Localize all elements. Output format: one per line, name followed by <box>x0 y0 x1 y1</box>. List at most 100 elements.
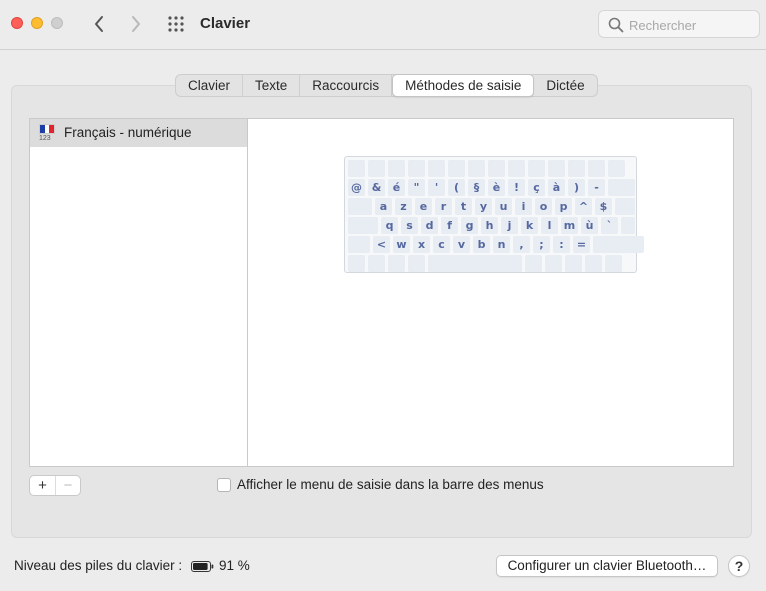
keyboard-key: e <box>415 198 432 215</box>
keyboard-key: y <box>475 198 492 215</box>
tab-texte[interactable]: Texte <box>243 75 301 96</box>
keyboard-key <box>348 217 378 234</box>
keyboard-key: , <box>513 236 530 253</box>
keyboard-key: ` <box>601 217 618 234</box>
keyboard-key <box>428 160 445 177</box>
keyboard-key <box>548 160 565 177</box>
tab-dictee[interactable]: Dictée <box>534 75 596 96</box>
keyboard-key: i <box>515 198 532 215</box>
keyboard-key: ) <box>568 179 585 196</box>
keyboard-key: q <box>381 217 398 234</box>
back-button[interactable] <box>88 12 110 36</box>
tab-methodes-de-saisie[interactable]: Méthodes de saisie <box>392 74 535 97</box>
title-bar: Clavier <box>0 0 766 50</box>
keyboard-key <box>585 255 602 272</box>
keyboard-key <box>388 255 405 272</box>
keyboard-key <box>368 160 385 177</box>
keyboard-key: v <box>453 236 470 253</box>
keyboard-row: a z e r t y u i o p ^ $ <box>348 198 635 215</box>
keyboard-key: @ <box>348 179 365 196</box>
battery-percent: 91 % <box>219 558 250 573</box>
keyboard-key: n <box>493 236 510 253</box>
keyboard-key: & <box>368 179 385 196</box>
keyboard-key <box>368 255 385 272</box>
keyboard-key: - <box>588 179 605 196</box>
keyboard-key <box>508 160 525 177</box>
keyboard-key: h <box>481 217 498 234</box>
show-input-menu-option[interactable]: Afficher le menu de saisie dans la barre… <box>217 477 544 492</box>
close-window-button[interactable] <box>11 17 23 29</box>
keyboard-key <box>428 255 522 272</box>
keyboard-key <box>408 255 425 272</box>
keyboard-key: m <box>561 217 578 234</box>
chevron-right-icon <box>132 16 140 32</box>
keyboard-key <box>605 255 622 272</box>
add-input-source-button[interactable]: + <box>30 476 55 495</box>
input-source-item[interactable]: 123 Français - numérique <box>30 119 247 147</box>
keyboard-key: ( <box>448 179 465 196</box>
tab-bar: Clavier Texte Raccourcis Méthodes de sai… <box>175 74 598 97</box>
keyboard-key: a <box>375 198 392 215</box>
keyboard-key: o <box>535 198 552 215</box>
keyboard-key: é <box>388 179 405 196</box>
keyboard-row: @ & é " '(§ è! ç à) - <box>348 179 635 196</box>
keyboard-key: w <box>393 236 410 253</box>
keyboard-key <box>348 160 365 177</box>
show-input-menu-checkbox[interactable] <box>217 477 231 492</box>
input-sources-list[interactable]: 123 Français - numérique <box>29 118 248 467</box>
keyboard-key: b <box>473 236 490 253</box>
keyboard-key: l <box>541 217 558 234</box>
keyboard-key <box>615 198 635 215</box>
keyboard-key: p <box>555 198 572 215</box>
keyboard-key: j <box>501 217 518 234</box>
battery-icon <box>191 561 214 572</box>
keyboard-key: k <box>521 217 538 234</box>
zoom-window-button <box>51 17 63 29</box>
keyboard-key: f <box>441 217 458 234</box>
keyboard-key <box>468 160 485 177</box>
keyboard-key <box>408 160 425 177</box>
keyboard-key <box>608 179 635 196</box>
minimize-window-button[interactable] <box>31 17 43 29</box>
keyboard-key <box>348 198 372 215</box>
keyboard-key: " <box>408 179 425 196</box>
grid-icon <box>168 16 184 32</box>
window-title: Clavier <box>200 15 251 32</box>
keyboard-key: r <box>435 198 452 215</box>
keyboard-key: : <box>553 236 570 253</box>
keyboard-key: ! <box>508 179 525 196</box>
remove-input-source-button[interactable]: − <box>55 476 80 495</box>
keyboard-key: x <box>413 236 430 253</box>
search-icon <box>608 17 624 33</box>
keyboard-key: c <box>433 236 450 253</box>
keyboard-key <box>528 160 545 177</box>
keyboard-key: § <box>468 179 485 196</box>
chevron-left-icon <box>95 16 103 32</box>
keyboard-key: z <box>395 198 412 215</box>
input-source-label: Français - numérique <box>64 125 192 140</box>
tab-clavier[interactable]: Clavier <box>176 75 244 96</box>
keyboard-key <box>448 160 465 177</box>
keyboard-key <box>593 236 644 253</box>
keyboard-row <box>348 160 625 177</box>
keyboard-key <box>568 160 585 177</box>
show-all-button[interactable] <box>165 14 187 34</box>
keyboard-row <box>348 255 622 272</box>
keyboard-row: < w x c v b n,;: = <box>348 236 644 253</box>
forward-button[interactable] <box>125 12 147 36</box>
configure-bluetooth-keyboard-button[interactable]: Configurer un clavier Bluetooth… <box>496 555 718 577</box>
tab-raccourcis[interactable]: Raccourcis <box>300 75 393 96</box>
help-button[interactable]: ? <box>728 555 750 577</box>
keyboard-key: ^ <box>575 198 592 215</box>
keyboard-key: g <box>461 217 478 234</box>
search-field[interactable] <box>598 10 760 38</box>
keyboard-preview-pane: @ & é " '(§ è! ç à) - a z e r t y u i o p ^ $ q s d f g h j k l m ù ` < w x… <box>247 118 734 467</box>
keyboard-key: d <box>421 217 438 234</box>
keyboard-key: è <box>488 179 505 196</box>
show-input-menu-label: Afficher le menu de saisie dans la barre… <box>237 477 544 492</box>
keyboard-key: s <box>401 217 418 234</box>
keyboard-key <box>565 255 582 272</box>
keyboard-key: < <box>373 236 390 253</box>
search-input[interactable] <box>629 16 753 34</box>
keyboard-key: = <box>573 236 590 253</box>
